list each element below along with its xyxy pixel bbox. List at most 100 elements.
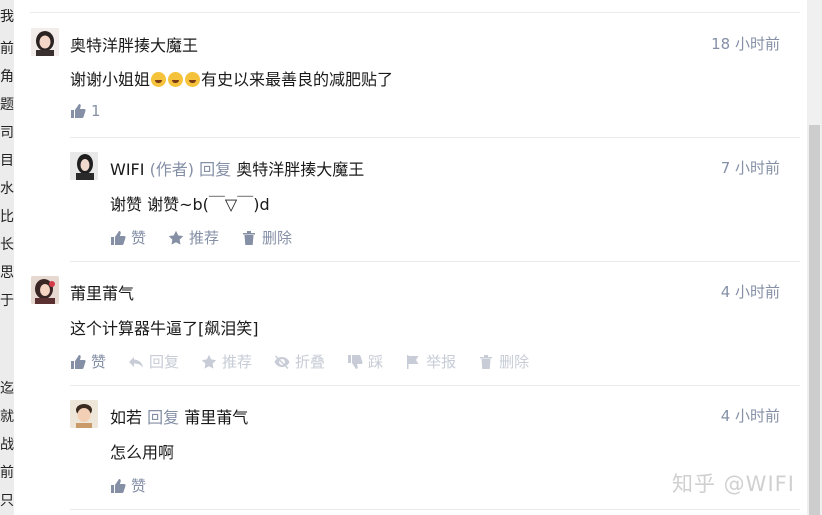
user-avatar-icon bbox=[70, 152, 98, 180]
trash-icon bbox=[480, 354, 493, 369]
like-button[interactable]: 赞 bbox=[110, 227, 146, 248]
like-button[interactable]: 1 bbox=[70, 102, 101, 120]
background-text: 司 bbox=[0, 125, 14, 141]
reply-button[interactable]: 回复 bbox=[128, 351, 179, 372]
background-text: 我 bbox=[0, 9, 14, 25]
star-icon bbox=[168, 230, 184, 245]
thumbs-down-icon bbox=[348, 354, 363, 369]
like-label: 赞 bbox=[91, 353, 107, 371]
comment-time: 4 小时前 bbox=[720, 283, 780, 301]
crying-laughing-emoji-icon bbox=[151, 72, 167, 87]
recommend-label: 推荐 bbox=[189, 229, 220, 247]
user-avatar-icon bbox=[70, 400, 98, 428]
divider bbox=[30, 12, 800, 13]
comment-author-line: 莆里莆气 bbox=[70, 280, 134, 304]
dislike-button[interactable]: 踩 bbox=[347, 351, 383, 372]
background-text: 思 bbox=[0, 265, 14, 281]
comment-actions: 1 bbox=[70, 102, 123, 120]
background-text: 题 bbox=[0, 97, 14, 113]
background-text: 就 bbox=[0, 409, 14, 425]
recommend-button[interactable]: 推荐 bbox=[201, 351, 252, 372]
user-avatar-icon bbox=[31, 28, 59, 56]
comment-text-part: 有史以来最善良的减肥贴了 bbox=[201, 70, 394, 89]
author-name-link[interactable]: 莆里莆气 bbox=[70, 284, 134, 303]
background-text: 战 bbox=[0, 437, 14, 453]
dislike-label: 踩 bbox=[368, 353, 384, 371]
report-button[interactable]: 举报 bbox=[405, 351, 456, 372]
comment-text: 谢谢小姐姐 有史以来最善良的减肥贴了 bbox=[70, 66, 393, 90]
comment-author-line: 如若 回复 莆里莆气 bbox=[110, 404, 248, 428]
comment-actions: 赞 回复 推荐 折叠 踩 举报 删除 bbox=[70, 351, 551, 372]
divider bbox=[70, 385, 800, 386]
trash-icon bbox=[243, 230, 256, 245]
reply-word: 回复 bbox=[199, 160, 232, 179]
eye-off-icon bbox=[274, 355, 290, 369]
divider bbox=[70, 509, 800, 510]
avatar[interactable] bbox=[31, 276, 59, 304]
background-text: 比 bbox=[0, 209, 14, 225]
reply-to-link[interactable]: 奥特洋胖揍大魔王 bbox=[236, 160, 364, 179]
comment-text: 这个计算器牛逼了[飙泪笑] bbox=[70, 319, 259, 338]
background-text: 角 bbox=[0, 69, 14, 85]
like-button[interactable]: 赞 bbox=[70, 351, 106, 372]
delete-button[interactable]: 删除 bbox=[478, 351, 529, 372]
comment-time: 4 小时前 bbox=[720, 407, 780, 425]
star-icon bbox=[201, 354, 217, 369]
background-text: 水 bbox=[0, 181, 14, 197]
divider bbox=[70, 261, 800, 262]
comments-panel: 奥特洋胖揍大魔王 18 小时前 谢谢小姐姐 有史以来最善良的减肥贴了 1 WIFI… bbox=[14, 0, 807, 515]
like-label: 赞 bbox=[131, 477, 147, 495]
delete-button[interactable]: 删除 bbox=[241, 227, 292, 248]
comment-actions: 赞 bbox=[110, 475, 168, 496]
avatar[interactable] bbox=[70, 400, 98, 428]
thumbs-up-icon bbox=[111, 230, 126, 245]
comment-time: 18 小时前 bbox=[711, 35, 780, 53]
reply-arrow-icon bbox=[129, 356, 144, 367]
comment-actions: 赞 推荐 删除 bbox=[110, 227, 314, 248]
thumbs-up-icon bbox=[111, 478, 126, 493]
reply-to-link[interactable]: 莆里莆气 bbox=[184, 408, 248, 427]
avatar[interactable] bbox=[31, 28, 59, 56]
background-text: 前 bbox=[0, 465, 14, 481]
like-button[interactable]: 赞 bbox=[110, 475, 146, 496]
author-role-tag: (作者) bbox=[149, 160, 195, 179]
recommend-button[interactable]: 推荐 bbox=[168, 227, 219, 248]
comment-text: 怎么用啊 bbox=[110, 443, 175, 462]
background-text: 迄 bbox=[0, 381, 14, 397]
comment-author-line: 奥特洋胖揍大魔王 bbox=[70, 32, 198, 56]
vertical-scrollbar[interactable] bbox=[807, 0, 822, 515]
flag-icon bbox=[407, 354, 419, 369]
comment-author-line: WIFI (作者) 回复 奥特洋胖揍大魔王 bbox=[110, 156, 364, 180]
background-text: 于 bbox=[0, 293, 14, 309]
thumbs-up-icon bbox=[71, 354, 86, 369]
like-label: 赞 bbox=[131, 229, 147, 247]
delete-label: 删除 bbox=[499, 353, 530, 371]
author-name-link[interactable]: WIFI bbox=[110, 160, 144, 179]
fold-label: 折叠 bbox=[295, 353, 326, 371]
like-count: 1 bbox=[91, 102, 101, 120]
report-label: 举报 bbox=[426, 353, 457, 371]
background-text: 前 bbox=[0, 41, 14, 57]
divider bbox=[70, 137, 800, 138]
scrollbar-thumb[interactable] bbox=[809, 125, 820, 515]
fold-button[interactable]: 折叠 bbox=[274, 351, 325, 372]
author-name-link[interactable]: 如若 bbox=[110, 408, 142, 427]
thumbs-up-icon bbox=[71, 104, 86, 118]
user-avatar-icon bbox=[31, 276, 59, 304]
background-text: 只 bbox=[0, 493, 14, 509]
background-text: 目 bbox=[0, 153, 14, 169]
background-page-edge: 我 前 角 题 司 目 水 比 长 思 于 迄 就 战 前 只 bbox=[0, 0, 14, 515]
author-name-link[interactable]: 奥特洋胖揍大魔王 bbox=[70, 36, 198, 55]
delete-label: 删除 bbox=[262, 229, 293, 247]
watermark: 知乎 @WIFI bbox=[672, 472, 795, 496]
avatar[interactable] bbox=[70, 152, 98, 180]
recommend-label: 推荐 bbox=[222, 353, 253, 371]
background-text: 长 bbox=[0, 237, 14, 253]
comment-time: 7 小时前 bbox=[720, 159, 780, 177]
comment-text-part: 谢谢小姐姐 bbox=[70, 70, 151, 89]
reply-label: 回复 bbox=[149, 353, 180, 371]
reply-word: 回复 bbox=[147, 408, 180, 427]
crying-laughing-emoji-icon bbox=[168, 72, 184, 87]
crying-laughing-emoji-icon bbox=[185, 72, 201, 87]
comment-text: 谢赞 谢赞~b(￣▽￣)d bbox=[110, 195, 270, 214]
